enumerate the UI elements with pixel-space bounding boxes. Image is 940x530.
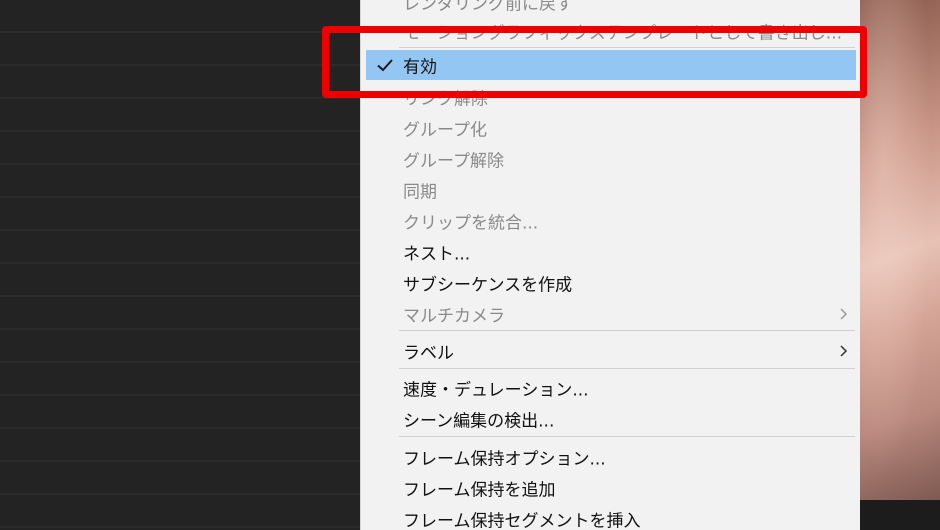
timeline-panel xyxy=(0,0,362,530)
highlight-annotation-box xyxy=(322,26,867,98)
menu-item-label: サブシーケンスを作成 xyxy=(403,275,573,295)
menu-item-label: グループ解除 xyxy=(403,151,504,171)
chevron-right-icon xyxy=(840,344,848,357)
menu-item-label: ネスト... xyxy=(403,244,471,264)
menu-item-frame-hold-options[interactable]: フレーム保持オプション... xyxy=(361,441,861,472)
menu-item-label: シーン編集の検出... xyxy=(403,411,555,431)
video-preview-bottom-bar xyxy=(860,500,940,530)
menu-item-insert-frame-hold-segment[interactable]: フレーム保持セグメントを挿入 xyxy=(361,503,861,530)
menu-item-label: ラベル xyxy=(403,343,454,363)
menu-item-label: グループ化 xyxy=(403,120,487,140)
menu-item-speed-duration[interactable]: 速度・デュレーション... xyxy=(361,372,861,403)
menu-item-group[interactable]: グループ化 xyxy=(361,112,861,143)
menu-item-merge-clips[interactable]: クリップを統合... xyxy=(361,205,861,236)
menu-item-label: マルチカメラ xyxy=(403,306,505,326)
menu-item-label: レンダリング前に戻す xyxy=(403,0,573,14)
menu-item-label: フレーム保持セグメントを挿入 xyxy=(403,511,641,530)
menu-item-label: 同期 xyxy=(403,182,437,202)
menu-item-ungroup[interactable]: グループ解除 xyxy=(361,143,861,174)
menu-item-label: 速度・デュレーション... xyxy=(403,380,589,400)
menu-item-scene-edit-detection[interactable]: シーン編集の検出... xyxy=(361,403,861,434)
menu-item-label: クリップを統合... xyxy=(403,213,539,233)
menu-item-synchronize[interactable]: 同期 xyxy=(361,174,861,205)
menu-item-nest[interactable]: ネスト... xyxy=(361,236,861,267)
menu-separator xyxy=(399,368,855,369)
menu-separator xyxy=(399,330,855,331)
menu-item-label-submenu[interactable]: ラベル xyxy=(361,335,861,366)
chevron-right-icon xyxy=(840,307,848,320)
menu-item-add-frame-hold[interactable]: フレーム保持を追加 xyxy=(361,472,861,503)
menu-item-label: フレーム保持オプション... xyxy=(403,449,606,469)
menu-item-make-subsequence[interactable]: サブシーケンスを作成 xyxy=(361,267,861,298)
video-preview-highlight xyxy=(860,0,940,530)
menu-item-label: フレーム保持を追加 xyxy=(403,480,556,500)
menu-separator xyxy=(399,436,855,437)
menu-item-multi-camera[interactable]: マルチカメラ xyxy=(361,298,861,329)
